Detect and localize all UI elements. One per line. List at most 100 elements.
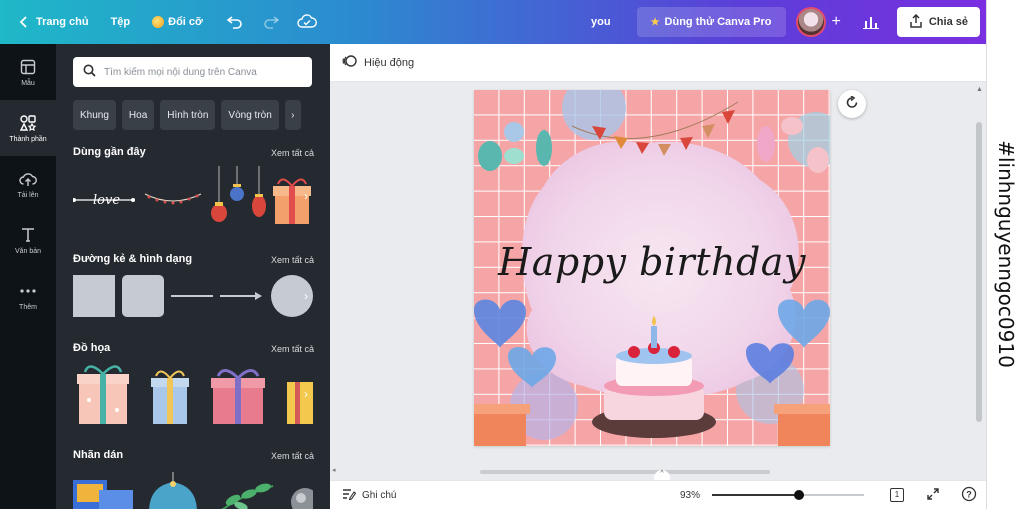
recent-row: love › bbox=[72, 166, 313, 226]
bottom-bar: Ghi chú 93% 1 ? bbox=[330, 480, 986, 509]
editor-toolbar: Hiệu động bbox=[330, 44, 986, 82]
search-input[interactable] bbox=[104, 66, 304, 78]
horizontal-scrollbar[interactable]: ◂ bbox=[332, 467, 965, 476]
left-rail: Mẫu Thành phần Tải lên Văn bản Thêm bbox=[0, 44, 56, 509]
rail-label-uploads: Tải lên bbox=[17, 191, 39, 199]
cloud-save-button[interactable] bbox=[289, 0, 325, 44]
crown-icon bbox=[152, 16, 165, 28]
watermark-text: #linhnguyenngoc0910 bbox=[994, 140, 1018, 368]
section-title-recent: Dùng gần đây bbox=[73, 146, 146, 158]
text-icon bbox=[19, 226, 37, 244]
rail-item-more[interactable]: Thêm bbox=[0, 268, 56, 324]
resize-button[interactable]: Đổi cỡ bbox=[144, 0, 211, 44]
leaf-sticker bbox=[221, 483, 274, 509]
shapes-next-button[interactable]: › bbox=[299, 282, 313, 310]
redo-button[interactable] bbox=[253, 0, 289, 44]
gift-right-lid bbox=[774, 404, 830, 414]
plus-icon: + bbox=[831, 13, 841, 30]
svg-text:?: ? bbox=[966, 489, 972, 499]
chip-frames[interactable]: Khung bbox=[73, 100, 116, 130]
show-pages-button[interactable]: ^ bbox=[654, 470, 670, 480]
page-count-button[interactable]: 1 bbox=[886, 484, 908, 506]
see-all-stickers[interactable]: Xem tất cả bbox=[271, 451, 314, 461]
stickers-thumbnails[interactable] bbox=[73, 472, 319, 509]
birthday-heading[interactable]: Happy birthday bbox=[474, 240, 830, 284]
avatar[interactable] bbox=[795, 7, 826, 37]
redo-icon bbox=[261, 12, 281, 32]
zoom-slider-thumb[interactable] bbox=[794, 490, 804, 500]
rail-item-text[interactable]: Văn bản bbox=[0, 212, 56, 268]
zoom-slider[interactable] bbox=[712, 490, 864, 500]
love-line-graphic: love bbox=[72, 193, 135, 208]
share-button[interactable]: Chia sẻ bbox=[896, 7, 980, 37]
horizontal-scroll-thumb[interactable] bbox=[480, 470, 770, 474]
rail-label-more: Thêm bbox=[19, 303, 37, 311]
page-count: 1 bbox=[894, 490, 900, 499]
cloud-check-icon bbox=[297, 12, 317, 32]
notes-label: Ghi chú bbox=[362, 489, 397, 501]
design-page[interactable]: Happy birthday bbox=[474, 90, 830, 446]
ornaments-graphic bbox=[211, 166, 266, 222]
rounded-square-shape bbox=[122, 275, 164, 317]
section-title-graphics: Đồ họa bbox=[73, 342, 111, 354]
vertical-scrollbar[interactable]: ▲ bbox=[974, 86, 984, 474]
chip-circles[interactable]: Hình tròn bbox=[160, 100, 216, 130]
rail-item-elements[interactable]: Thành phần bbox=[0, 100, 56, 156]
fullscreen-button[interactable] bbox=[922, 484, 944, 506]
scroll-up-icon: ▲ bbox=[976, 86, 983, 93]
rail-label-templates: Mẫu bbox=[21, 79, 35, 87]
graphics-thumbnails[interactable] bbox=[73, 362, 313, 426]
help-button[interactable]: ? bbox=[958, 484, 980, 506]
expand-icon bbox=[926, 487, 940, 504]
see-all-lines-shapes[interactable]: Xem tất cả bbox=[271, 255, 314, 265]
recent-thumbnails[interactable]: love bbox=[72, 166, 313, 230]
recent-next-button[interactable]: › bbox=[299, 182, 313, 210]
vertical-scroll-thumb[interactable] bbox=[976, 122, 982, 422]
rail-item-uploads[interactable]: Tải lên bbox=[0, 156, 56, 212]
graphics-row: › bbox=[73, 362, 313, 426]
chip-rings[interactable]: Vòng tròn bbox=[221, 100, 279, 130]
graphics-next-button[interactable]: › bbox=[299, 380, 313, 408]
gift-blue-graphic bbox=[151, 370, 189, 424]
upload-icon bbox=[19, 170, 37, 188]
rail-label-elements: Thành phần bbox=[9, 135, 47, 143]
shapes-thumbnails[interactable] bbox=[73, 274, 313, 318]
file-menu[interactable]: Tệp bbox=[103, 0, 139, 44]
home-button[interactable]: Trang chủ bbox=[0, 0, 97, 44]
notes-button[interactable]: Ghi chú bbox=[330, 488, 660, 503]
undo-button[interactable] bbox=[217, 0, 253, 44]
scroll-left-icon: ◂ bbox=[332, 467, 336, 474]
love-script-text: love bbox=[93, 193, 120, 208]
zoom-track-rest bbox=[804, 494, 864, 496]
insights-button[interactable] bbox=[853, 0, 889, 44]
rail-item-templates[interactable]: Mẫu bbox=[0, 44, 56, 100]
search-box[interactable] bbox=[73, 57, 312, 87]
chevron-right-icon: › bbox=[304, 189, 308, 203]
regenerate-button[interactable] bbox=[838, 90, 866, 118]
ball-sticker bbox=[291, 488, 319, 509]
lines-shapes-row: › bbox=[73, 274, 313, 318]
add-member-button[interactable]: + bbox=[826, 0, 847, 44]
square-shape bbox=[73, 275, 115, 317]
top-bar: Trang chủ Tệp Đổi cỡ you ★ Dùng thử Canv… bbox=[0, 0, 986, 44]
photo-sticker bbox=[73, 480, 133, 509]
chips-next-button[interactable]: › bbox=[284, 100, 301, 130]
animate-icon bbox=[342, 54, 358, 71]
elements-panel: Khung Hoa Hình tròn Vòng tròn › Dùng gần… bbox=[56, 44, 330, 509]
see-all-recent[interactable]: Xem tất cả bbox=[271, 148, 314, 158]
see-all-graphics[interactable]: Xem tất cả bbox=[271, 344, 314, 354]
chip-flowers[interactable]: Hoa bbox=[121, 100, 155, 130]
chevron-up-icon: ^ bbox=[660, 470, 664, 477]
refresh-icon bbox=[845, 94, 859, 113]
user-name: you bbox=[591, 16, 611, 28]
chevron-left-icon bbox=[14, 12, 34, 32]
stickers-row bbox=[73, 472, 319, 509]
chevron-right-icon: › bbox=[304, 289, 308, 303]
chevron-right-icon: › bbox=[304, 387, 308, 401]
notes-icon bbox=[342, 488, 357, 503]
animate-button[interactable]: Hiệu động bbox=[342, 54, 414, 71]
chevron-right-icon: › bbox=[291, 109, 295, 121]
zoom-value[interactable]: 93% bbox=[660, 490, 700, 501]
template-icon bbox=[19, 58, 37, 76]
try-pro-button[interactable]: ★ Dùng thử Canva Pro bbox=[636, 7, 786, 37]
